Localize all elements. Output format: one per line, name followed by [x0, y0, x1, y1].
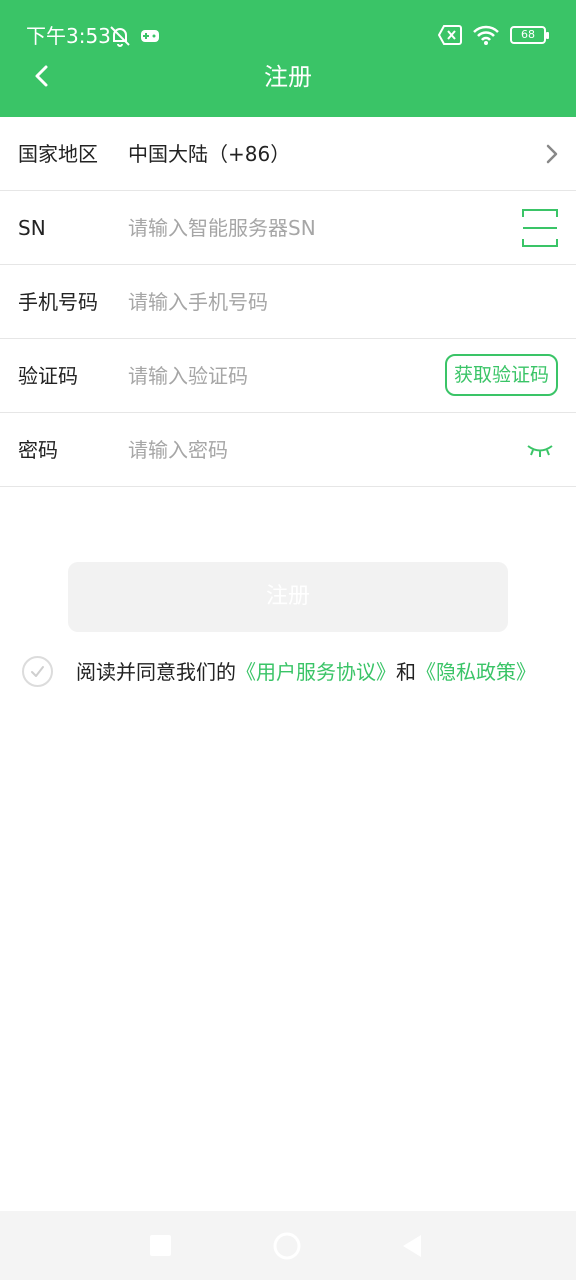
user-agreement-link[interactable]: 《用户服务协议》	[236, 660, 396, 684]
check-circle-icon[interactable]	[22, 656, 53, 687]
page-title: 注册	[264, 63, 312, 91]
status-right-icons: 68	[438, 24, 549, 46]
country-label: 国家地区	[18, 141, 98, 166]
app-header: 下午3:53 68 注册	[0, 0, 576, 117]
home-icon[interactable]	[272, 1231, 302, 1261]
phone-input[interactable]	[128, 281, 508, 322]
password-row: 密码	[0, 413, 576, 487]
agreement-text: 阅读并同意我们的《用户服务协议》和《隐私政策》	[76, 658, 536, 686]
battery-level: 68	[521, 28, 535, 41]
recent-apps-icon[interactable]	[148, 1233, 174, 1259]
eye-closed-icon[interactable]	[526, 441, 554, 461]
phone-label: 手机号码	[18, 289, 98, 314]
gamepad-icon	[141, 30, 159, 42]
checkmark-icon	[31, 666, 44, 677]
sn-input[interactable]	[128, 207, 508, 248]
password-label: 密码	[18, 437, 58, 462]
sn-row: SN	[0, 191, 576, 265]
back-nav-icon[interactable]	[400, 1233, 426, 1259]
password-input[interactable]	[128, 429, 508, 470]
registration-form: 国家地区 中国大陆（+86） SN 手机号码 验证码 获取验证码 密码	[0, 117, 576, 487]
agreement: 阅读并同意我们的《用户服务协议》和《隐私政策》	[22, 655, 562, 689]
code-label: 验证码	[18, 363, 78, 388]
phone-row: 手机号码	[0, 265, 576, 339]
status-left-icons	[108, 24, 160, 48]
agreement-prefix: 阅读并同意我们的	[76, 660, 236, 684]
sn-label: SN	[18, 215, 46, 240]
sim-off-icon	[438, 25, 462, 45]
nav-bar: 注册	[0, 52, 576, 104]
wifi-icon	[473, 25, 499, 45]
agreement-and: 和	[396, 660, 416, 684]
country-value[interactable]: 中国大陆（+86）	[128, 141, 290, 167]
code-row: 验证码 获取验证码	[0, 339, 576, 413]
battery-icon: 68	[510, 26, 549, 44]
country-row[interactable]: 国家地区 中国大陆（+86）	[0, 117, 576, 191]
status-time: 下午3:53	[26, 24, 111, 48]
register-button[interactable]: 注册	[68, 562, 508, 632]
mute-bell-icon	[110, 26, 130, 47]
chevron-right-icon[interactable]	[544, 143, 560, 165]
privacy-policy-link[interactable]: 《隐私政策》	[416, 660, 536, 684]
scan-icon[interactable]	[522, 209, 558, 247]
get-code-button[interactable]: 获取验证码	[444, 354, 558, 396]
code-input[interactable]	[128, 355, 428, 396]
system-nav-bar	[0, 1211, 576, 1280]
